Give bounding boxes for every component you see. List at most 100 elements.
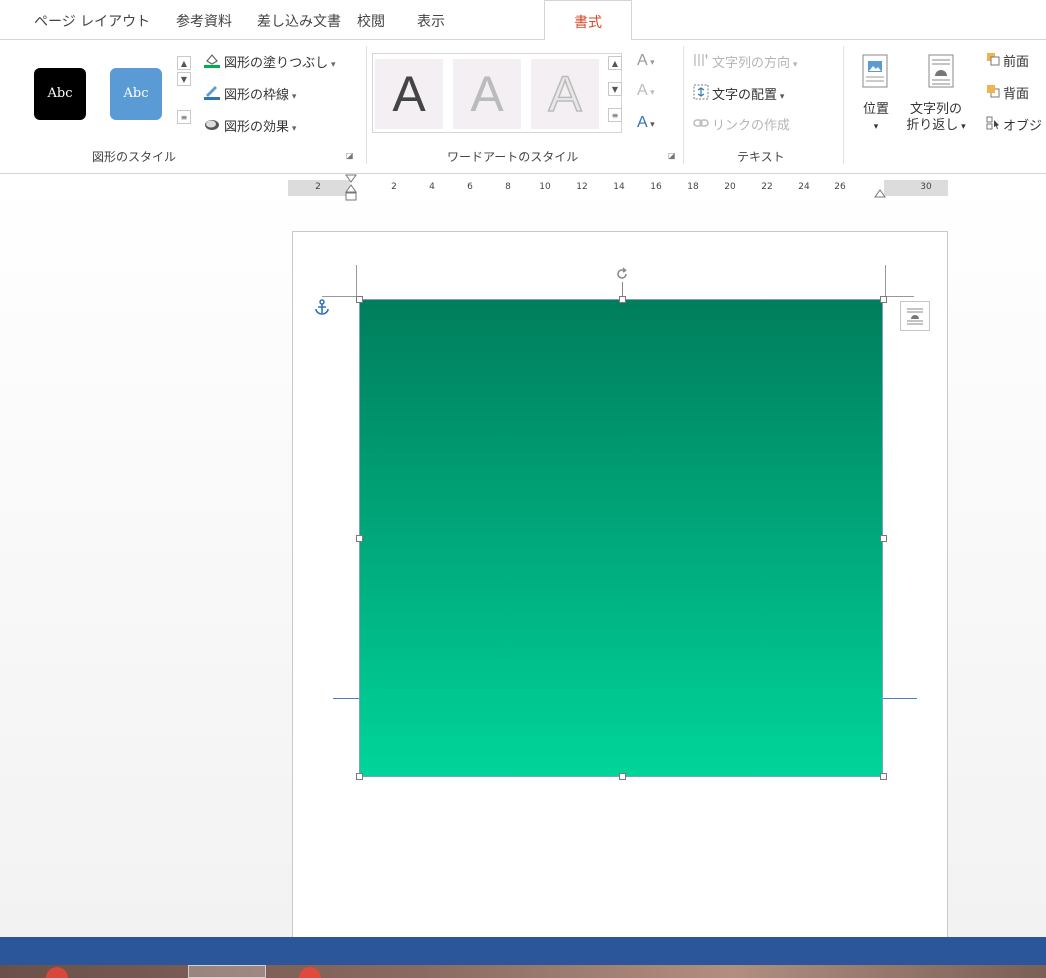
ruler-tick-label: 4 bbox=[429, 182, 435, 192]
text-group-label: テキスト bbox=[737, 150, 785, 164]
tab-page-layout[interactable]: ページ レイアウト bbox=[34, 11, 150, 35]
ruler-tick-label: 2 bbox=[315, 182, 321, 192]
ruler-tick-label: 24 bbox=[798, 182, 810, 192]
ruler-tick-label: 6 bbox=[467, 182, 473, 192]
send-backward-icon bbox=[986, 84, 1000, 105]
text-fill-label: A bbox=[637, 52, 648, 69]
wordart-more-button[interactable]: ≡ bbox=[608, 108, 622, 122]
chevron-down-icon: ▾ bbox=[777, 92, 785, 102]
wrap-text-label-line1: 文字列の bbox=[909, 102, 962, 117]
ruler-tick-label: 26 bbox=[834, 182, 846, 192]
taskbar-app-icon[interactable] bbox=[299, 967, 321, 978]
selection-pane-label: オブジ bbox=[1003, 119, 1043, 134]
chevron-down-icon: ▾ bbox=[873, 122, 879, 132]
shape-styles-down-button[interactable]: ▼ bbox=[177, 72, 191, 86]
tab-review[interactable]: 校閲 bbox=[357, 11, 385, 35]
text-fill-button[interactable]: A ▾ bbox=[637, 52, 655, 70]
resize-handle-top-right[interactable] bbox=[880, 296, 887, 303]
layout-options-icon bbox=[907, 308, 923, 325]
wordart-group-label: ワードアートのスタイル bbox=[447, 150, 579, 164]
resize-handle-bottom-left[interactable] bbox=[356, 773, 363, 780]
ruler-tick-label: 30 bbox=[920, 182, 932, 192]
alignment-guide bbox=[883, 698, 917, 699]
wordart-up-button[interactable]: ▲ bbox=[608, 56, 622, 70]
wrap-text-icon[interactable] bbox=[927, 54, 957, 90]
shape-fill-button[interactable]: 図形の塗りつぶし ▾ bbox=[203, 52, 336, 72]
taskbar-active-window[interactable] bbox=[188, 965, 266, 978]
status-bar bbox=[0, 937, 1046, 965]
shape-styles-up-button[interactable]: ▲ bbox=[177, 56, 191, 70]
wordart-style-3[interactable]: A bbox=[531, 59, 599, 129]
layout-options-button[interactable] bbox=[900, 301, 930, 331]
ruler-tick-label: 16 bbox=[650, 182, 662, 192]
position-label: 位置 bbox=[862, 102, 889, 117]
text-direction-button[interactable]: 文字列の方向 ▾ bbox=[693, 52, 797, 72]
wrap-text-button[interactable]: 文字列の 折り返し ▾ bbox=[906, 102, 966, 135]
bring-forward-icon bbox=[986, 52, 1000, 73]
send-backward-label: 背面 bbox=[1003, 87, 1030, 102]
group-divider bbox=[843, 46, 844, 164]
resize-handle-top[interactable] bbox=[619, 296, 626, 303]
send-backward-button[interactable]: 背面 bbox=[986, 84, 1029, 104]
right-indent-marker-icon[interactable] bbox=[874, 188, 886, 198]
corner-mark bbox=[356, 265, 357, 299]
tab-view[interactable]: 表示 bbox=[417, 11, 445, 35]
horizontal-ruler[interactable]: 2 2 4 6 8 10 12 14 16 18 20 22 24 26 30 bbox=[288, 174, 948, 201]
bring-forward-button[interactable]: 前面 bbox=[986, 52, 1029, 72]
ruler-tick-label: 18 bbox=[687, 182, 699, 192]
ruler-tick-label: 20 bbox=[724, 182, 736, 192]
wordart-style-2[interactable]: A bbox=[453, 59, 521, 129]
align-text-icon bbox=[693, 84, 709, 107]
position-button[interactable]: 位置 ▾ bbox=[858, 102, 894, 135]
shape-style-blue[interactable]: Abc bbox=[110, 68, 162, 120]
dialog-launcher-icon[interactable]: ◪ bbox=[668, 152, 676, 160]
rotate-handle-icon[interactable] bbox=[614, 266, 630, 282]
dialog-launcher-icon[interactable]: ◪ bbox=[346, 152, 354, 160]
chevron-down-icon: ▾ bbox=[289, 92, 297, 102]
tab-mailings[interactable]: 差し込み文書 bbox=[257, 11, 341, 35]
wordart-style-1[interactable]: A bbox=[375, 59, 443, 129]
text-align-button[interactable]: 文字の配置 ▾ bbox=[693, 84, 784, 104]
tab-references[interactable]: 参考資料 bbox=[176, 11, 232, 35]
text-outline-button[interactable]: A ▾ bbox=[637, 82, 655, 100]
wordart-down-button[interactable]: ▼ bbox=[608, 82, 622, 96]
resize-handle-bottom-right[interactable] bbox=[880, 773, 887, 780]
text-align-label: 文字の配置 bbox=[712, 88, 778, 103]
group-divider bbox=[683, 46, 684, 164]
tab-format[interactable]: 書式 bbox=[544, 0, 632, 41]
resize-handle-top-left[interactable] bbox=[356, 296, 363, 303]
selected-rectangle-shape[interactable] bbox=[359, 299, 883, 777]
shape-fill-label: 図形の塗りつぶし bbox=[224, 56, 329, 71]
resize-handle-bottom[interactable] bbox=[619, 773, 626, 780]
chevron-down-icon: ▾ bbox=[647, 87, 655, 97]
create-link-label: リンクの作成 bbox=[712, 118, 791, 134]
resize-handle-left[interactable] bbox=[356, 535, 363, 542]
selection-pane-button[interactable]: オブジ bbox=[986, 116, 1042, 136]
chevron-down-icon: ▾ bbox=[647, 119, 655, 129]
shape-styles-more-button[interactable]: ≡ bbox=[177, 110, 191, 124]
shape-effects-label: 図形の効果 bbox=[224, 120, 290, 135]
ribbon: Abc Abc ▲ ▼ ≡ 図形の塗りつぶし ▾ 図形の枠線 ▾ 図形の効果 ▾… bbox=[0, 40, 1046, 174]
corner-mark bbox=[885, 265, 886, 299]
ruler-tick-label: 14 bbox=[613, 182, 625, 192]
position-icon[interactable] bbox=[861, 54, 891, 90]
corner-mark bbox=[885, 296, 914, 297]
anchor-icon[interactable] bbox=[314, 299, 330, 315]
text-effects-button[interactable]: A ▾ bbox=[637, 114, 655, 132]
chevron-down-icon: ▾ bbox=[328, 60, 336, 70]
ribbon-tab-bar: ページ レイアウト 参考資料 差し込み文書 校閲 表示 書式 bbox=[0, 0, 1046, 41]
ruler-tick-label: 2 bbox=[391, 182, 397, 192]
taskbar-app-icon[interactable] bbox=[46, 967, 68, 978]
indent-marker-icon[interactable] bbox=[345, 174, 357, 210]
chevron-down-icon: ▾ bbox=[958, 122, 966, 132]
shape-styles-group-label: 図形のスタイル bbox=[92, 150, 177, 164]
resize-handle-right[interactable] bbox=[880, 535, 887, 542]
link-icon bbox=[693, 116, 709, 136]
taskbar bbox=[0, 965, 1046, 978]
shape-effects-icon bbox=[203, 116, 221, 139]
shape-effects-button[interactable]: 図形の効果 ▾ bbox=[203, 116, 296, 136]
alignment-guide bbox=[333, 698, 359, 699]
shape-outline-button[interactable]: 図形の枠線 ▾ bbox=[203, 84, 296, 104]
shape-style-dark[interactable]: Abc bbox=[34, 68, 86, 120]
create-link-button[interactable]: リンクの作成 bbox=[693, 116, 790, 136]
